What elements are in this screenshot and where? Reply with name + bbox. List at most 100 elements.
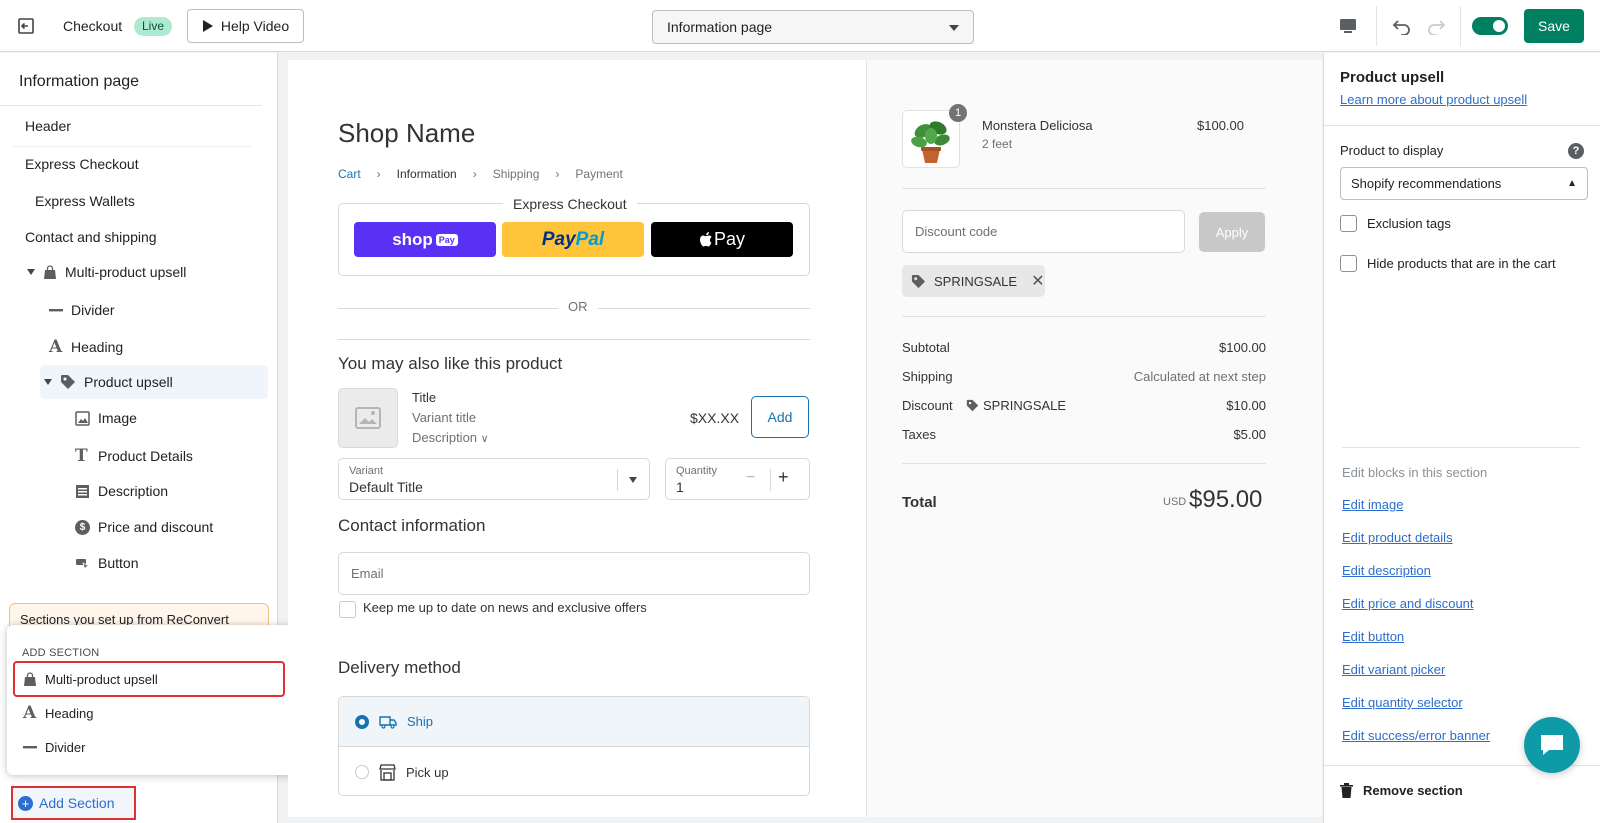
sidebar-item-label: Product Details — [98, 448, 193, 464]
sidebar-item-label: Express Wallets — [35, 193, 135, 209]
newsletter-label: Keep me up to date on news and exclusive… — [363, 600, 647, 615]
sidebar-item-express-checkout[interactable]: Express Checkout — [25, 156, 139, 172]
help-icon[interactable]: ? — [1568, 143, 1584, 159]
email-field[interactable]: Email — [338, 552, 810, 595]
page-selector[interactable]: Information page — [652, 10, 974, 44]
truck-icon — [379, 715, 397, 729]
chevron-down-icon[interactable] — [27, 269, 35, 275]
sidebar-item-product-upsell[interactable]: Product upsell — [40, 365, 268, 399]
apply-button[interactable]: Apply — [1199, 212, 1265, 252]
edit-product-details-link[interactable]: Edit product details — [1342, 530, 1453, 545]
add-section-popover: ADD SECTION Multi-product upsell A Headi… — [7, 625, 296, 775]
upsell-image-placeholder — [338, 388, 398, 448]
add-section-button[interactable]: + Add Section — [11, 786, 136, 820]
subtotal-label: Subtotal — [902, 340, 950, 355]
sidebar-item-description[interactable]: Description — [75, 483, 168, 499]
breadcrumb-shipping: Shipping — [492, 167, 540, 181]
apple-pay-button[interactable]: Pay — [651, 222, 793, 257]
checkbox-label: Hide products that are in the cart — [1367, 256, 1556, 271]
divider — [902, 188, 1266, 189]
minus-icon[interactable]: − — [746, 469, 755, 487]
select-arrows-icon: ▲︎ — [1567, 178, 1577, 189]
edit-image-link[interactable]: Edit image — [1342, 497, 1403, 512]
stepper-divider — [770, 469, 771, 491]
edit-description-link[interactable]: Edit description — [1342, 563, 1431, 578]
radio-pickup[interactable] — [355, 765, 369, 779]
store-icon — [379, 763, 396, 781]
learn-more-link[interactable]: Learn more about product upsell — [1340, 92, 1527, 107]
edit-banner-link[interactable]: Edit success/error banner — [1342, 728, 1490, 743]
variant-select[interactable]: Variant Default Title — [338, 458, 650, 500]
popover-item-heading[interactable]: A Heading — [15, 697, 283, 729]
sidebar-item-heading[interactable]: A Heading — [49, 337, 123, 357]
sidebar-item-multi-product-upsell[interactable]: Multi-product upsell — [27, 264, 186, 280]
variant-label: Variant — [349, 465, 384, 477]
help-video-button[interactable]: Help Video — [187, 9, 304, 43]
product-price: $100.00 — [1197, 118, 1244, 133]
chevron-down-icon[interactable] — [44, 379, 52, 385]
hide-in-cart-checkbox[interactable]: Hide products that are in the cart — [1340, 255, 1556, 272]
remove-section-button[interactable]: Remove section — [1340, 783, 1463, 798]
chat-button[interactable] — [1524, 717, 1580, 773]
divider-icon — [23, 746, 37, 749]
total-currency: USD — [1163, 496, 1187, 508]
sidebar-item-button[interactable]: Button — [75, 555, 138, 571]
sidebar-item-price-discount[interactable]: $ Price and discount — [75, 519, 213, 535]
checkbox[interactable] — [1340, 215, 1357, 232]
discount-code-field[interactable]: Discount code — [902, 210, 1185, 253]
shipping-label: Shipping — [902, 369, 953, 384]
quantity-stepper[interactable]: Quantity 1 − + — [665, 458, 810, 500]
sidebar-item-divider[interactable]: Divider — [49, 302, 115, 318]
upsell-add-button[interactable]: Add — [751, 396, 809, 438]
close-icon[interactable]: ✕ — [1031, 271, 1044, 291]
breadcrumb-cart[interactable]: Cart — [338, 167, 361, 181]
paypal-button[interactable]: Pay Pal — [502, 222, 644, 257]
popover-item-multi-product-upsell[interactable]: Multi-product upsell — [13, 661, 285, 697]
potted-plant-icon — [911, 121, 950, 163]
upsell-description-toggle[interactable]: Description ∨ — [412, 430, 489, 445]
sidebar-item-label: Header — [25, 118, 71, 134]
live-toggle[interactable] — [1472, 17, 1508, 35]
panel-title: Product upsell — [1340, 69, 1445, 86]
edit-button-link[interactable]: Edit button — [1342, 629, 1404, 644]
subtotal-row: Subtotal $100.00 — [902, 340, 1266, 355]
shop-pay-button[interactable]: shop Pay — [354, 222, 496, 257]
cursor-button-icon — [76, 558, 90, 571]
checkbox[interactable] — [1340, 255, 1357, 272]
plus-icon[interactable]: + — [778, 467, 789, 488]
sidebar-item-header[interactable]: Header — [25, 118, 71, 134]
popover-item-label: Divider — [45, 739, 86, 755]
edit-variant-picker-link[interactable]: Edit variant picker — [1342, 662, 1445, 677]
radio-ship[interactable] — [355, 714, 369, 729]
exit-icon[interactable] — [14, 14, 38, 38]
quantity-label: Quantity — [676, 465, 717, 477]
total-value: $95.00 — [1189, 486, 1263, 513]
sidebar-item-contact-shipping[interactable]: Contact and shipping — [25, 229, 157, 245]
upsell-price: $XX.XX — [690, 410, 740, 426]
shop-pay-tag: Pay — [435, 233, 458, 246]
toolbar-divider — [1460, 6, 1461, 46]
breadcrumb: Cart › Information › Shipping › Payment — [338, 167, 623, 181]
subtotal-value: $100.00 — [1219, 340, 1266, 355]
save-button[interactable]: Save — [1524, 9, 1584, 43]
edit-price-discount-link[interactable]: Edit price and discount — [1342, 596, 1474, 611]
delivery-options: Ship Pick up — [338, 696, 810, 796]
newsletter-checkbox[interactable] — [339, 601, 356, 618]
app-title: Checkout — [63, 18, 123, 34]
exclusion-tags-checkbox[interactable]: Exclusion tags — [1340, 215, 1451, 232]
discount-placeholder: Discount code — [915, 224, 998, 239]
discount-tag-label: SPRINGSALE — [934, 273, 1018, 289]
popover-item-divider[interactable]: Divider — [15, 731, 283, 763]
sidebar-item-product-details[interactable]: T Product Details — [75, 446, 193, 466]
edit-quantity-selector-link[interactable]: Edit quantity selector — [1342, 695, 1463, 710]
redo-icon[interactable] — [1424, 14, 1448, 38]
desktop-preview-icon[interactable] — [1336, 14, 1360, 38]
sidebar-item-label: Divider — [71, 302, 115, 318]
undo-icon[interactable] — [1390, 14, 1414, 38]
divider — [0, 105, 262, 106]
delivery-option-pickup[interactable]: Pick up — [339, 747, 809, 797]
delivery-option-ship[interactable]: Ship — [339, 697, 809, 747]
product-to-display-select[interactable]: Shopify recommendations ▲︎ — [1340, 167, 1588, 200]
sidebar-item-image[interactable]: Image — [75, 410, 137, 426]
sidebar-item-express-wallets[interactable]: Express Wallets — [35, 193, 135, 209]
